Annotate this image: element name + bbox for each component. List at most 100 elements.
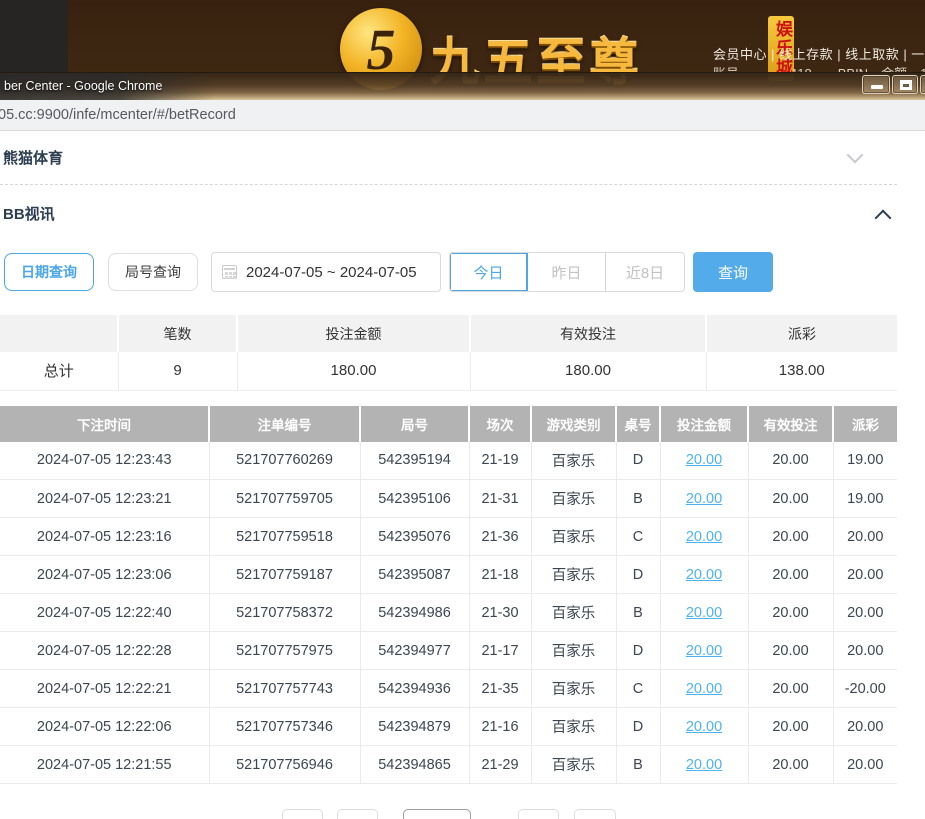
pagination-button[interactable] — [574, 809, 616, 819]
maximize-icon — [900, 80, 912, 90]
last-8-days-button[interactable]: 近8日 — [606, 253, 684, 291]
summary-total-payout: 138.00 — [706, 352, 897, 390]
cell-game-type: 百家乐 — [531, 670, 616, 708]
cell-valid-bet: 20.00 — [748, 708, 833, 746]
bet-amount-link[interactable]: 20.00 — [686, 529, 722, 545]
chevron-up-icon[interactable] — [875, 209, 892, 226]
bet-amount-link[interactable]: 20.00 — [686, 757, 722, 773]
header-bet-id: 注单编号 — [209, 406, 360, 442]
header-game-type: 游戏类别 — [531, 406, 616, 442]
cell-session: 21-35 — [469, 670, 531, 708]
address-bar[interactable]: 05.cc:9900/infe/mcenter/#/betRecord — [0, 100, 925, 131]
cell-round-id: 542394936 — [360, 670, 469, 708]
header-table-no: 桌号 — [616, 406, 660, 442]
summary-total-bet-amount: 180.00 — [237, 352, 470, 390]
cell-bet-time: 2024-07-05 12:22:06 — [0, 708, 209, 746]
cell-bet-amount: 20.00 — [660, 632, 748, 670]
yesterday-button[interactable]: 昨日 — [528, 253, 606, 291]
table-row: 2024-07-05 12:22:40521707758372542394986… — [0, 594, 897, 632]
bet-amount-link[interactable]: 20.00 — [686, 491, 722, 507]
summary-header-count: 笔数 — [118, 315, 237, 352]
cell-table-no: B — [616, 594, 660, 632]
summary-header-valid-bet: 有效投注 — [470, 315, 706, 352]
cell-payout: -20.00 — [833, 670, 897, 708]
section-bb-video[interactable]: BB视讯 — [0, 185, 925, 242]
site-top-nav[interactable]: 会员中心 | 线上存款 | 线上取款 | 一 — [713, 44, 925, 63]
bet-amount-link[interactable]: 20.00 — [686, 605, 722, 621]
header-valid-bet: 有效投注 — [748, 406, 833, 442]
date-query-tab[interactable]: 日期查询 — [4, 253, 94, 291]
cell-payout: 20.00 — [833, 594, 897, 632]
window-titlebar[interactable]: ber Center - Google Chrome — [0, 72, 925, 100]
cell-round-id: 542395076 — [360, 518, 469, 556]
cell-round-id: 542394865 — [360, 746, 469, 784]
cell-bet-time: 2024-07-05 12:21:55 — [0, 746, 209, 784]
today-button[interactable]: 今日 — [450, 253, 528, 291]
cell-bet-amount: 20.00 — [660, 594, 748, 632]
bet-amount-link[interactable]: 20.00 — [686, 643, 722, 659]
maximize-button[interactable] — [892, 75, 918, 94]
cell-valid-bet: 20.00 — [748, 442, 833, 480]
summary-header-bet-amount: 投注金额 — [237, 315, 470, 352]
cell-bet-time: 2024-07-05 12:23:21 — [0, 480, 209, 518]
cell-payout: 20.00 — [833, 708, 897, 746]
summary-total-row: 总计 9 180.00 180.00 138.00 — [0, 352, 897, 390]
cell-bet-id: 521707759518 — [209, 518, 360, 556]
cell-bet-amount: 20.00 — [660, 556, 748, 594]
cell-round-id: 542395194 — [360, 442, 469, 480]
cell-payout: 19.00 — [833, 442, 897, 480]
table-row: 2024-07-05 12:23:06521707759187542395087… — [0, 556, 897, 594]
pagination-button[interactable] — [518, 809, 559, 819]
calendar-icon — [222, 265, 237, 279]
cell-payout: 20.00 — [833, 632, 897, 670]
bet-amount-link[interactable]: 20.00 — [686, 567, 722, 583]
bet-amount-link[interactable]: 20.00 — [686, 719, 722, 735]
cell-session: 21-18 — [469, 556, 531, 594]
date-range-input[interactable]: 2024-07-05 ~ 2024-07-05 — [211, 252, 441, 292]
header-round-id: 局号 — [360, 406, 469, 442]
close-button[interactable] — [920, 75, 925, 94]
window-title: ber Center - Google Chrome — [4, 79, 162, 93]
summary-total-label: 总计 — [0, 352, 118, 390]
cell-bet-time: 2024-07-05 12:22:21 — [0, 670, 209, 708]
cell-game-type: 百家乐 — [531, 556, 616, 594]
cell-bet-amount: 20.00 — [660, 670, 748, 708]
cell-session: 21-29 — [469, 746, 531, 784]
cell-bet-id: 521707757346 — [209, 708, 360, 746]
pagination-button[interactable] — [282, 809, 323, 819]
cell-game-type: 百家乐 — [531, 746, 616, 784]
date-range-value: 2024-07-05 ~ 2024-07-05 — [246, 264, 417, 281]
cell-game-type: 百家乐 — [531, 518, 616, 556]
chevron-down-icon[interactable] — [847, 146, 864, 163]
cell-valid-bet: 20.00 — [748, 480, 833, 518]
cell-round-id: 542394879 — [360, 708, 469, 746]
browser-window: ber Center - Google Chrome 05.cc:9900/in… — [0, 72, 925, 819]
cell-table-no: D — [616, 556, 660, 594]
cell-session: 21-19 — [469, 442, 531, 480]
cell-valid-bet: 20.00 — [748, 594, 833, 632]
cell-bet-amount: 20.00 — [660, 708, 748, 746]
pagination-button-current[interactable] — [403, 809, 471, 819]
summary-header-payout: 派彩 — [706, 315, 897, 352]
cell-session: 21-36 — [469, 518, 531, 556]
bet-table-header-row: 下注时间 注单编号 局号 场次 游戏类别 桌号 投注金额 有效投注 派彩 — [0, 406, 897, 442]
cell-game-type: 百家乐 — [531, 594, 616, 632]
bet-amount-link[interactable]: 20.00 — [686, 681, 722, 697]
section-panda-sports[interactable]: 熊猫体育 — [0, 131, 897, 185]
minimize-button[interactable] — [862, 75, 890, 94]
table-row: 2024-07-05 12:23:43521707760269542395194… — [0, 442, 897, 480]
cell-bet-time: 2024-07-05 12:23:06 — [0, 556, 209, 594]
search-button[interactable]: 查询 — [693, 252, 773, 292]
bet-amount-link[interactable]: 20.00 — [686, 452, 722, 468]
cell-bet-amount: 20.00 — [660, 442, 748, 480]
cell-table-no: C — [616, 518, 660, 556]
section-title: BB视讯 — [3, 203, 55, 224]
round-query-tab[interactable]: 局号查询 — [108, 253, 198, 291]
cell-bet-time: 2024-07-05 12:23:16 — [0, 518, 209, 556]
cell-game-type: 百家乐 — [531, 480, 616, 518]
table-row: 2024-07-05 12:21:55521707756946542394865… — [0, 746, 897, 784]
summary-table: 笔数 投注金额 有效投注 派彩 总计 9 180.00 180.00 138.0… — [0, 315, 897, 391]
cell-table-no: D — [616, 632, 660, 670]
header-bet-amount: 投注金额 — [660, 406, 748, 442]
pagination-button[interactable] — [337, 809, 378, 819]
